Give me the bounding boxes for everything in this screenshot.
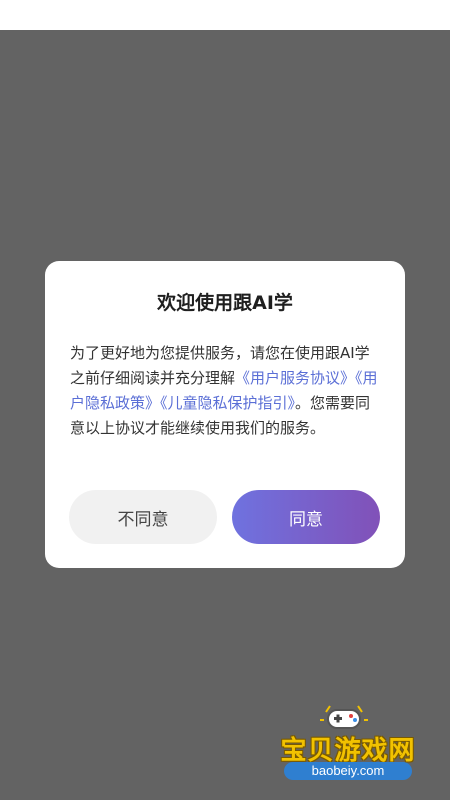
child-privacy-link[interactable]: 《儿童隐私保护指引》	[160, 394, 295, 412]
dialog-title: 欢迎使用跟AI学	[157, 292, 293, 314]
watermark-url: baobeiy.com	[284, 762, 412, 780]
status-bar	[0, 0, 450, 30]
site-watermark: 宝贝游戏网 baobeiy.com	[268, 700, 428, 790]
agree-button-label: 同意	[289, 509, 323, 530]
disagree-button[interactable]: 不同意	[69, 490, 217, 544]
disagree-button-label: 不同意	[117, 509, 169, 530]
dialog-body: 为了更好地为您提供服务，请您在使用跟AI学之前仔细阅读并充分理解《用户服务协议》…	[70, 341, 380, 441]
user-agreement-link[interactable]: 《用户服务协议》	[235, 369, 355, 387]
agree-button[interactable]: 同意	[232, 490, 380, 544]
privacy-consent-dialog: 欢迎使用跟AI学 为了更好地为您提供服务，请您在使用跟AI学之前仔细阅读并充分理…	[45, 261, 405, 568]
